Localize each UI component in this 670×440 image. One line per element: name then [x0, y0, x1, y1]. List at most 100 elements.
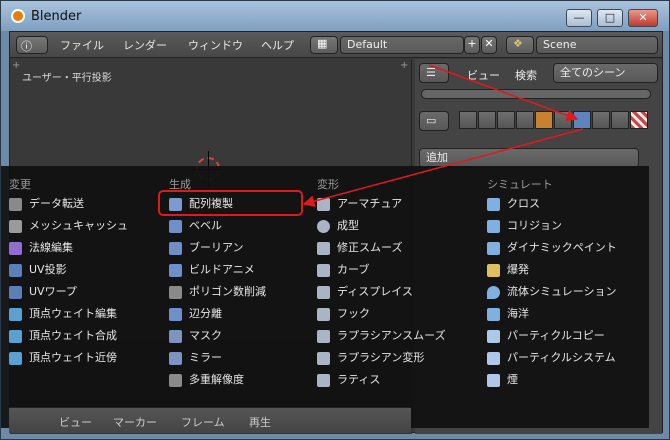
add-layout-button[interactable]: +	[464, 36, 480, 54]
remove-layout-button[interactable]: ✕	[481, 36, 497, 54]
minimize-button[interactable]: —	[566, 9, 592, 27]
timeline-frame-menu[interactable]: フレーム	[181, 414, 225, 430]
fluid-icon	[487, 286, 500, 299]
menu-help[interactable]: ヘルプ	[261, 37, 294, 53]
menu-item-edge-split[interactable]: 辺分離	[167, 304, 222, 324]
layout-field[interactable]: Default	[340, 36, 464, 54]
menu-item-data-transfer[interactable]: データ転送	[7, 194, 84, 214]
menu-item-decimate[interactable]: ポリゴン数削減	[167, 282, 266, 302]
menu-item-normal-edit[interactable]: 法線編集	[7, 238, 73, 258]
menu-item-particle-system[interactable]: パーティクルシステム	[485, 348, 616, 368]
corner-plus-icon[interactable]: +	[400, 61, 410, 71]
hook-icon	[317, 308, 330, 321]
menu-item-laplacian-smooth[interactable]: ラプラシアンスムーズ	[315, 326, 446, 346]
world-tab-icon[interactable]	[516, 111, 534, 129]
constraints-tab-icon[interactable]	[554, 111, 572, 129]
scenes-dropdown[interactable]: 全てのシーン	[553, 63, 658, 83]
maximize-button[interactable]: □	[597, 9, 623, 27]
data-transfer-icon	[9, 198, 22, 211]
layout-type-button[interactable]: ▦	[310, 36, 338, 54]
menu-item-mesh-cache[interactable]: メッシュキャッシュ	[7, 216, 128, 236]
menu-item-bevel[interactable]: ベベル	[167, 216, 222, 236]
laplacian-smooth-icon	[317, 330, 330, 343]
menu-item-vertex-weight-mix[interactable]: 頂点ウェイト合成	[7, 326, 117, 346]
menu-render[interactable]: レンダー	[123, 37, 167, 53]
menu-item-lattice[interactable]: ラティス	[315, 370, 380, 390]
outliner-scrollbar[interactable]	[421, 89, 651, 99]
column-header-deform: 変形	[317, 178, 339, 191]
timeline-marker-menu[interactable]: マーカー	[113, 414, 157, 430]
smoke-icon	[487, 374, 500, 387]
texture-tab-icon[interactable]	[630, 111, 648, 129]
menu-window[interactable]: ウィンドウ	[188, 37, 243, 53]
editor-type-button[interactable]: ⓘ	[16, 36, 48, 54]
scene-type-button[interactable]: ❖	[506, 36, 534, 54]
outliner-view-menu[interactable]: ビュー	[467, 67, 500, 83]
menu-item-mask[interactable]: マスク	[167, 326, 222, 346]
laplacian-deform-icon	[317, 352, 330, 365]
menu-item-fluid[interactable]: 流体シミュレーション	[485, 282, 617, 302]
menu-item-vertex-weight-proximity[interactable]: 頂点ウェイト近傍	[7, 348, 117, 368]
vertex-weight-edit-icon	[9, 308, 22, 321]
lattice-icon	[317, 374, 330, 387]
menu-item-curve[interactable]: カーブ	[315, 260, 369, 280]
menu-item-multiresolution[interactable]: 多重解像度	[167, 370, 244, 390]
array-highlight-box	[158, 190, 303, 216]
data-tab-icon[interactable]	[592, 111, 610, 129]
menu-item-armature[interactable]: アーマチュア	[315, 194, 402, 214]
menu-item-particle-instance[interactable]: パーティクルコピー	[485, 326, 605, 346]
cloth-icon	[487, 198, 500, 211]
cast-icon	[317, 220, 330, 233]
close-button[interactable]: ✕	[628, 9, 658, 27]
properties-tabs	[459, 111, 657, 131]
menu-item-collision[interactable]: コリジョン	[485, 216, 562, 236]
dynamic-paint-icon	[487, 242, 500, 255]
menu-item-boolean[interactable]: ブーリアン	[167, 238, 244, 258]
menu-item-smoke[interactable]: 煙	[485, 370, 518, 390]
timeline-play-menu[interactable]: 再生	[249, 414, 271, 430]
outliner-icon: ☰	[426, 66, 436, 79]
menu-item-displace[interactable]: ディスプレイス	[315, 282, 413, 302]
menu-item-build[interactable]: ビルドアニメ	[167, 260, 255, 280]
info-header: ⓘ ファイル レンダー ウィンドウ ヘルプ ▦ Default + ✕ ❖ Sc…	[10, 32, 662, 58]
layers-tab-icon[interactable]	[478, 111, 496, 129]
menu-item-hook[interactable]: フック	[315, 304, 370, 324]
material-tab-icon[interactable]	[611, 111, 629, 129]
normal-edit-icon	[9, 242, 22, 255]
menu-item-vertex-weight-edit[interactable]: 頂点ウェイト編集	[7, 304, 117, 324]
modifier-wrench-icon[interactable]	[573, 111, 591, 129]
menu-item-ocean[interactable]: 海洋	[485, 304, 529, 324]
properties-icon: ▭	[426, 114, 437, 127]
armature-icon	[317, 198, 330, 211]
scene-tab-icon[interactable]	[497, 111, 515, 129]
menu-item-uv-warp[interactable]: UVワープ	[7, 282, 77, 302]
uv-warp-icon	[9, 286, 22, 299]
bevel-icon	[169, 220, 182, 233]
menu-item-mirror[interactable]: ミラー	[167, 348, 222, 368]
corner-plus-icon[interactable]: +	[12, 61, 22, 71]
menu-item-cast[interactable]: 成型	[315, 216, 359, 236]
render-tab-icon[interactable]	[459, 111, 477, 129]
menu-item-cloth[interactable]: クロス	[485, 194, 540, 214]
blender-logo-icon	[11, 9, 25, 23]
mask-icon	[169, 330, 182, 343]
timeline-view-menu[interactable]: ビュー	[59, 414, 92, 430]
menu-file[interactable]: ファイル	[60, 37, 104, 53]
timeline-header: ビュー マーカー フレーム 再生	[9, 407, 411, 433]
outliner-type-button[interactable]: ☰	[419, 63, 449, 83]
menu-item-dynamic-paint[interactable]: ダイナミックペイント	[485, 238, 617, 258]
properties-type-button[interactable]: ▭	[419, 111, 449, 131]
outliner-search-menu[interactable]: 検索	[515, 67, 537, 83]
object-tab-icon[interactable]	[535, 111, 553, 129]
menu-item-laplacian-deform[interactable]: ラプラシアン変形	[315, 348, 424, 368]
menu-item-explode[interactable]: 爆発	[485, 260, 529, 280]
viewport-label: ユーザー・平行投影	[22, 73, 112, 84]
add-modifier-dropdown[interactable]: 追加	[419, 148, 639, 168]
scene-field[interactable]: Scene	[536, 36, 658, 54]
particle-system-icon	[487, 352, 500, 365]
menu-item-uv-project[interactable]: UV投影	[7, 260, 67, 280]
multiresolution-icon	[169, 374, 182, 387]
ocean-icon	[487, 308, 500, 321]
title-bar: Blender — □ ✕	[1, 1, 669, 31]
menu-item-corrective-smooth[interactable]: 修正スムーズ	[315, 238, 402, 258]
